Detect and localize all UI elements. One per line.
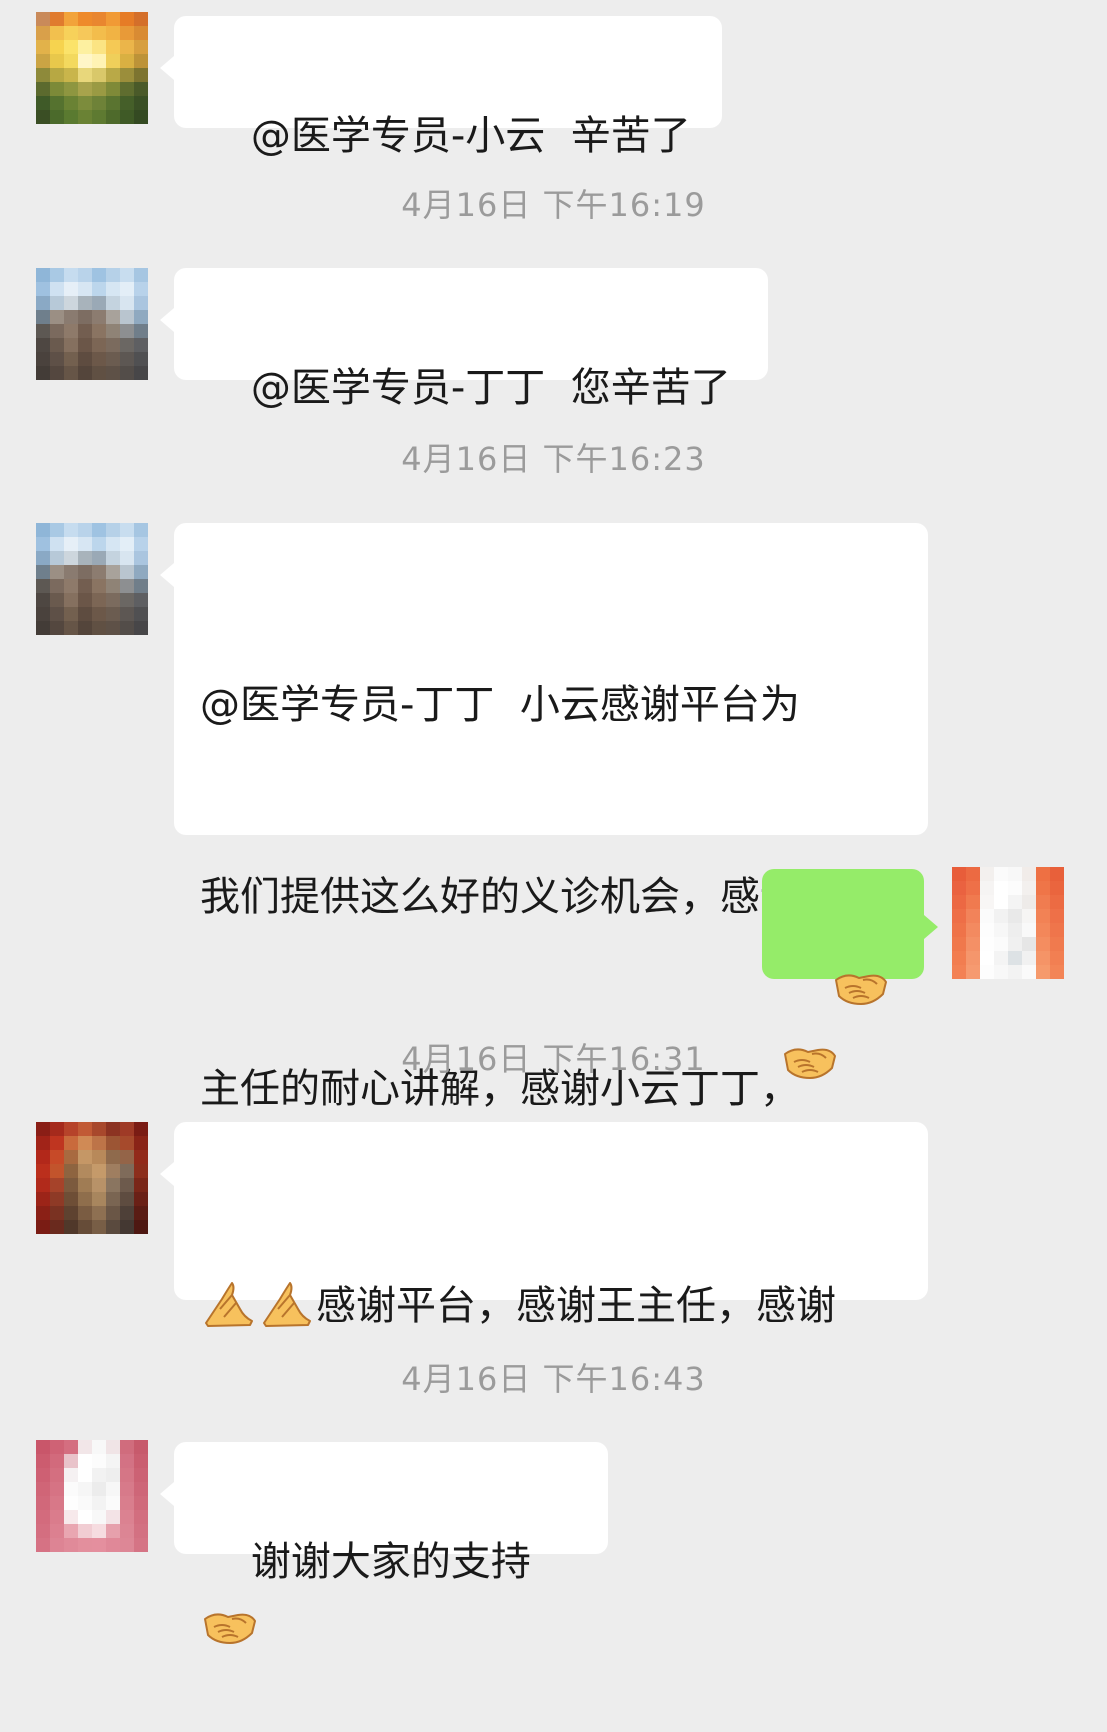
handshake-icon bbox=[833, 965, 889, 1029]
avatar[interactable] bbox=[36, 268, 148, 380]
message-bubble[interactable]: 谢谢大家的支持 bbox=[160, 1442, 608, 1644]
pray-icon bbox=[260, 1279, 314, 1348]
message-text: @医学专员-丁丁 您辛苦了 bbox=[250, 365, 731, 411]
message-text: 谢谢大家的支持 bbox=[250, 1539, 531, 1585]
message-bubble-outgoing[interactable] bbox=[762, 869, 938, 1079]
timestamp: 4月16日 下午16:23 bbox=[401, 440, 706, 478]
pray-icon bbox=[202, 1279, 256, 1348]
message-line: 感谢平台，感谢王主任，感谢 bbox=[200, 1274, 902, 1348]
avatar[interactable] bbox=[36, 523, 148, 635]
avatar[interactable] bbox=[36, 12, 148, 124]
message-bubble[interactable]: @医学专员-丁丁 小云感谢平台为 我们提供这么好的义诊机会，感谢 主任的耐心讲解… bbox=[160, 523, 928, 1304]
avatar[interactable] bbox=[36, 1122, 148, 1234]
message-text: @医学专员-小云 辛苦了 bbox=[250, 113, 691, 159]
message-line: @医学专员-丁丁 小云感谢平台为 bbox=[200, 682, 800, 728]
message-text: 感谢平台，感谢王主任，感谢 bbox=[316, 1283, 836, 1329]
message-bubble[interactable]: @医学专员-丁丁 您辛苦了 bbox=[160, 268, 768, 411]
avatar[interactable] bbox=[952, 867, 1064, 979]
avatar[interactable] bbox=[36, 1440, 148, 1552]
handshake-icon bbox=[202, 1604, 258, 1668]
timestamp: 4月16日 下午16:31 bbox=[401, 1040, 706, 1078]
timestamp: 4月16日 下午16:43 bbox=[401, 1360, 706, 1398]
timestamp: 4月16日 下午16:19 bbox=[401, 186, 706, 224]
message-bubble[interactable]: 感谢平台，感谢王主任，感谢 小云 bbox=[160, 1122, 928, 1531]
message-bubble[interactable]: @医学专员-小云 辛苦了 bbox=[160, 16, 722, 159]
